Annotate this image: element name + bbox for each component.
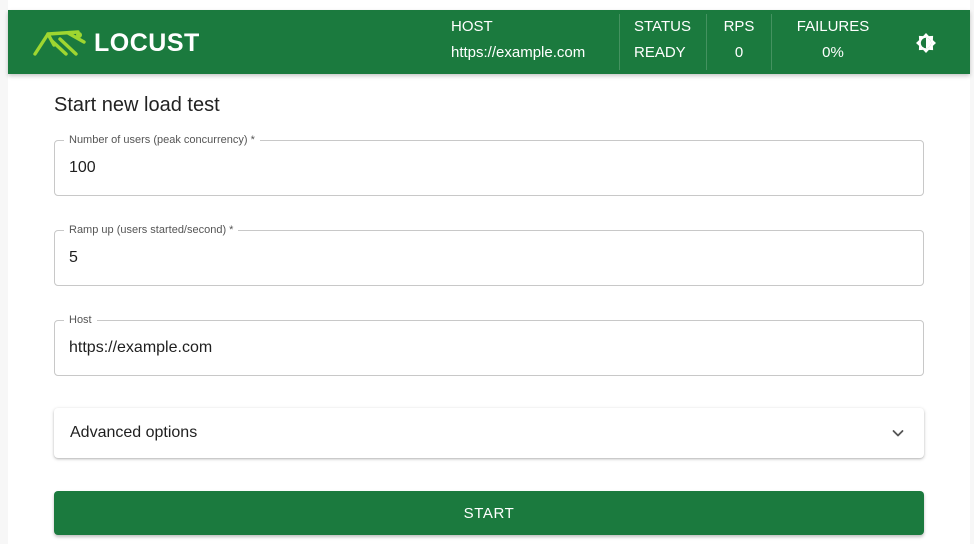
window-edge-right [970, 0, 974, 544]
theme-toggle-button[interactable] [914, 31, 938, 55]
status-stat-label: STATUS [634, 18, 691, 35]
users-field[interactable]: Number of users (peak concurrency) * [54, 133, 924, 196]
locust-logo-icon [33, 30, 86, 56]
theme-toggle-icon [916, 33, 936, 53]
ramp-up-input[interactable] [69, 231, 909, 285]
status-stat: STATUS READY [634, 18, 704, 68]
status-stat-value: READY [634, 44, 686, 61]
start-button[interactable]: START [54, 491, 924, 535]
rps-stat-value: 0 [734, 44, 744, 61]
rps-stat-label: RPS [723, 18, 755, 35]
failures-stat-value: 0% [822, 44, 844, 61]
host-stat-value: https://example.com [451, 44, 586, 61]
host-stat-label: HOST [451, 18, 493, 35]
failures-stat-label: FAILURES [796, 18, 870, 35]
advanced-options-accordion[interactable]: Advanced options [54, 408, 924, 458]
host-input[interactable] [69, 321, 909, 375]
brand[interactable]: LOCUST [32, 28, 200, 58]
chevron-down-icon [892, 430, 904, 437]
users-input[interactable] [69, 141, 909, 195]
advanced-options-label: Advanced options [70, 424, 198, 441]
top-app-bar: LOCUST HOST https://example.com STATUS R… [8, 10, 970, 74]
page-title: Start new load test [54, 94, 220, 116]
header-divider [706, 14, 707, 70]
app-name: LOCUST [94, 29, 200, 57]
header-divider [619, 14, 620, 70]
failures-stat: FAILURES 0% [788, 18, 878, 68]
host-stat: HOST https://example.com [451, 18, 611, 68]
host-field[interactable]: Host [54, 313, 924, 376]
ramp-up-field[interactable]: Ramp up (users started/second) * [54, 223, 924, 286]
header-divider [771, 14, 772, 70]
rps-stat: RPS 0 [721, 18, 757, 68]
window-edge-left [0, 0, 8, 544]
